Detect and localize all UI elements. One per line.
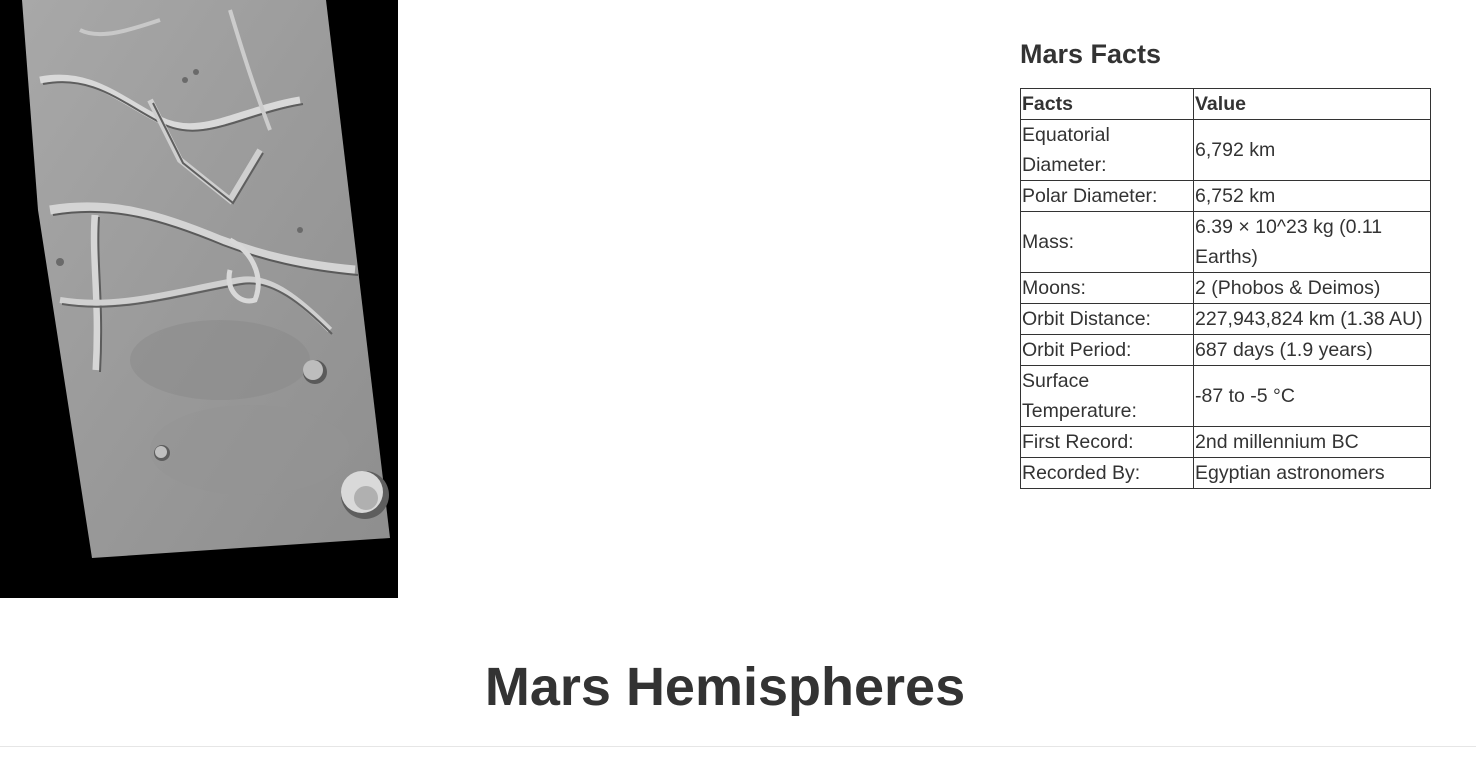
- mars-facts-title: Mars Facts: [1020, 39, 1162, 69]
- fact-label: Mass:: [1020, 211, 1194, 273]
- table-row: Recorded By: Egyptian astronomers: [1020, 457, 1431, 489]
- table-header-row: Facts Value: [1020, 88, 1431, 120]
- section-divider: [0, 746, 1476, 747]
- table-header-value: Value: [1193, 88, 1431, 120]
- fact-label: Surface Temperature:: [1020, 365, 1194, 427]
- mars-facts-table: Facts Value Equatorial Diameter: 6,792 k…: [1020, 88, 1431, 489]
- table-row: Mass: 6.39 × 10^23 kg (0.11 Earths): [1020, 211, 1431, 273]
- fact-label: Moons:: [1020, 272, 1194, 304]
- fact-value: 227,943,824 km (1.38 AU): [1193, 303, 1431, 335]
- mars-facts-section: Mars Facts Facts Value Equatorial Diamet…: [1020, 34, 1432, 489]
- mars-surface-photo: [0, 0, 398, 598]
- hemispheres-title: Mars Hemispheres: [484, 657, 966, 717]
- table-row: Orbit Distance: 227,943,824 km (1.38 AU): [1020, 303, 1431, 335]
- fact-label: First Record:: [1020, 426, 1194, 458]
- fact-value: Egyptian astronomers: [1193, 457, 1431, 489]
- table-row: Equatorial Diameter: 6,792 km: [1020, 119, 1431, 181]
- table-row: Polar Diameter: 6,752 km: [1020, 180, 1431, 212]
- fact-value: 6,792 km: [1193, 119, 1431, 181]
- table-row: Orbit Period: 687 days (1.9 years): [1020, 334, 1431, 366]
- fact-value: 6.39 × 10^23 kg (0.11 Earths): [1193, 211, 1431, 273]
- fact-label: Recorded By:: [1020, 457, 1194, 489]
- table-header-facts: Facts: [1020, 88, 1194, 120]
- table-row: First Record: 2nd millennium BC: [1020, 426, 1431, 458]
- fact-label: Orbit Period:: [1020, 334, 1194, 366]
- fact-label: Orbit Distance:: [1020, 303, 1194, 335]
- fact-value: 2nd millennium BC: [1193, 426, 1431, 458]
- table-row: Moons: 2 (Phobos & Deimos): [1020, 272, 1431, 304]
- table-row: Surface Temperature: -87 to -5 °C: [1020, 365, 1431, 427]
- fact-label: Polar Diameter:: [1020, 180, 1194, 212]
- fact-label: Equatorial Diameter:: [1020, 119, 1194, 181]
- fact-value: 2 (Phobos & Deimos): [1193, 272, 1431, 304]
- fact-value: -87 to -5 °C: [1193, 365, 1431, 427]
- fact-value: 687 days (1.9 years): [1193, 334, 1431, 366]
- fact-value: 6,752 km: [1193, 180, 1431, 212]
- featured-mars-image: [0, 0, 398, 598]
- page: Mars Facts Facts Value Equatorial Diamet…: [0, 0, 1476, 765]
